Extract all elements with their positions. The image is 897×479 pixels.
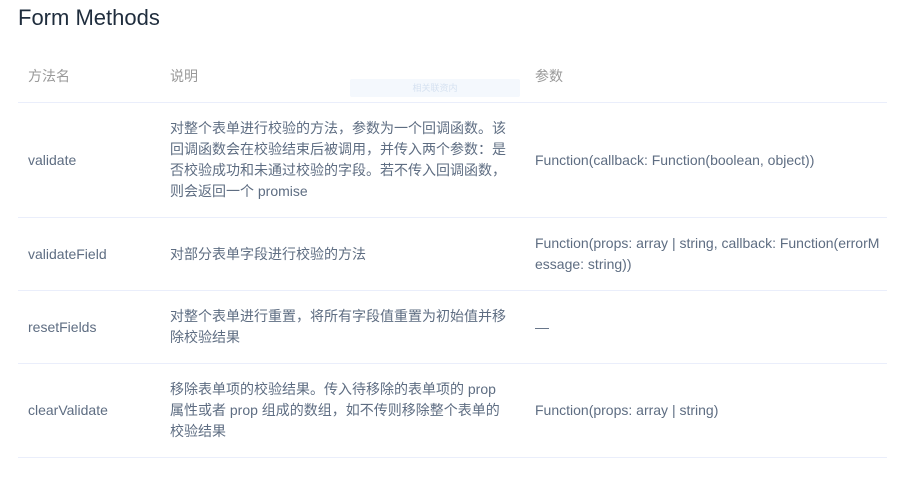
method-name-cell: validateField [18, 217, 160, 291]
method-params-cell: Function(props: array | string) [526, 363, 887, 458]
methods-table-container: 方法名 说明 参数 validate 对整个表单进行校验的方法，参数为一个回调函… [18, 50, 887, 458]
table-row: validateField 对部分表单字段进行校验的方法 Function(pr… [18, 217, 887, 291]
method-params-cell: — [526, 290, 887, 364]
method-description-cell: 对整个表单进行校验的方法，参数为一个回调函数。该回调函数会在校验结束后被调用，并… [160, 102, 526, 218]
table-row: validate 对整个表单进行校验的方法，参数为一个回调函数。该回调函数会在校… [18, 102, 887, 218]
method-description-cell: 对整个表单进行重置，将所有字段值重置为初始值并移除校验结果 [160, 290, 526, 364]
method-description-cell: 移除表单项的校验结果。传入待移除的表单项的 prop 属性或者 prop 组成的… [160, 363, 526, 458]
method-name-cell: clearValidate [18, 363, 160, 458]
methods-table: 方法名 说明 参数 validate 对整个表单进行校验的方法，参数为一个回调函… [18, 50, 887, 458]
method-description-cell: 对部分表单字段进行校验的方法 [160, 217, 526, 291]
table-row: resetFields 对整个表单进行重置，将所有字段值重置为初始值并移除校验结… [18, 290, 887, 364]
table-row: clearValidate 移除表单项的校验结果。传入待移除的表单项的 prop… [18, 363, 887, 458]
method-name-cell: validate [18, 102, 160, 218]
method-params-cell: Function(callback: Function(boolean, obj… [526, 102, 887, 218]
table-body: validate 对整个表单进行校验的方法，参数为一个回调函数。该回调函数会在校… [18, 102, 887, 458]
faint-overlay-label: 相关联资内 [350, 79, 520, 97]
method-params-cell: Function(props: array | string, callback… [526, 217, 887, 291]
method-name-cell: resetFields [18, 290, 160, 364]
header-params: 参数 [526, 50, 887, 103]
page-title: Form Methods [18, 5, 160, 30]
header-method-name: 方法名 [18, 50, 160, 103]
page: Form Methods 方法名 说明 参数 validate 对整个表单进行校… [0, 0, 897, 479]
